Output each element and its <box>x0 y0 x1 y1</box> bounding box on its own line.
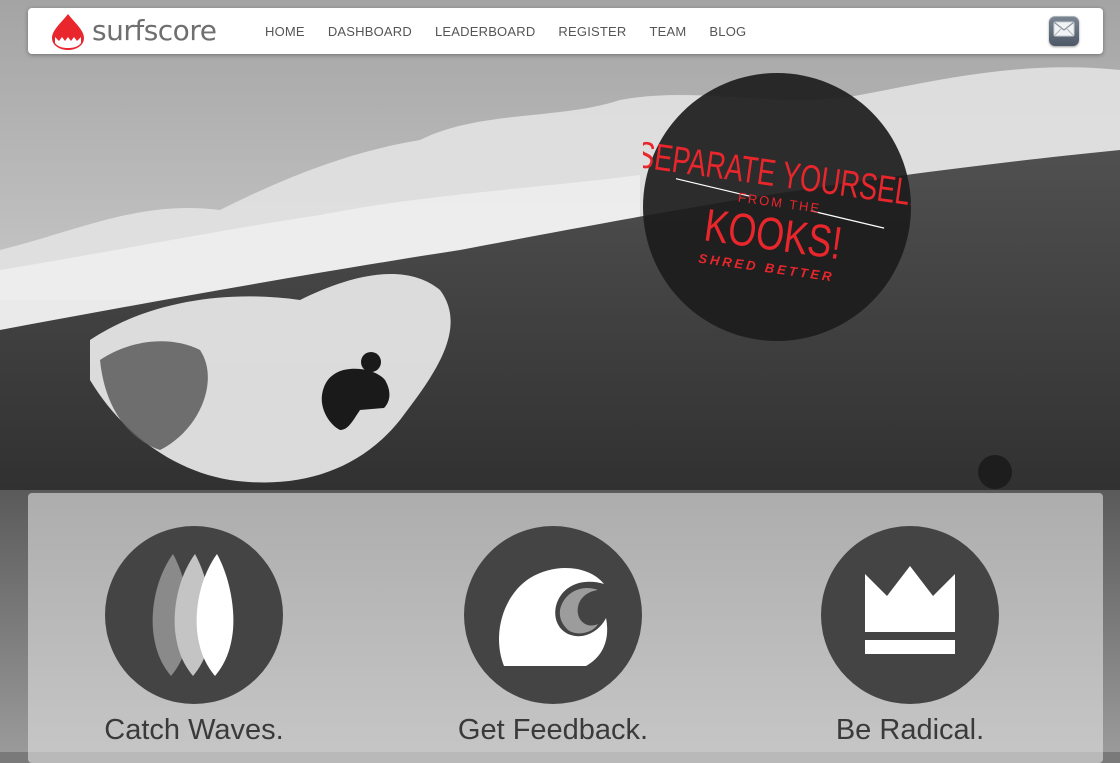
nav-team[interactable]: TEAM <box>649 24 686 39</box>
feature-circle-be-radical <box>821 526 999 704</box>
feature-circle-catch-waves <box>105 526 283 704</box>
nav-dashboard[interactable]: DASHBOARD <box>328 24 412 39</box>
main-nav: HOME DASHBOARD LEADERBOARD REGISTER TEAM… <box>256 8 760 54</box>
feature-get-feedback: Get Feedback. <box>423 526 683 747</box>
features-panel: Catch Waves. Get Feedback. Be Radical. <box>28 493 1103 763</box>
feature-label-be-radical: Be Radical. <box>835 714 985 746</box>
brand[interactable]: surfscore <box>50 12 217 50</box>
top-navbar: surfscore HOME DASHBOARD LEADERBOARD REG… <box>28 8 1103 54</box>
feature-circle-get-feedback <box>464 526 642 704</box>
mail-icon <box>1053 21 1075 42</box>
feature-catch-waves: Catch Waves. <box>64 526 324 747</box>
feature-label-catch-waves: Catch Waves. <box>104 714 284 746</box>
mail-button[interactable] <box>1049 16 1079 46</box>
brand-name: surfscore <box>92 14 217 47</box>
nav-register[interactable]: REGISTER <box>558 24 626 39</box>
shark-fin-logo-icon <box>50 12 86 50</box>
nav-blog[interactable]: BLOG <box>709 24 746 39</box>
nav-home[interactable]: HOME <box>265 24 305 39</box>
nav-leaderboard[interactable]: LEADERBOARD <box>435 24 535 39</box>
feature-label-get-feedback: Get Feedback. <box>457 714 649 746</box>
feature-be-radical: Be Radical. <box>780 526 1040 747</box>
slogan-badge: SEPARATE YOURSELF FROM THE KOOKS! SHRED … <box>634 73 929 341</box>
